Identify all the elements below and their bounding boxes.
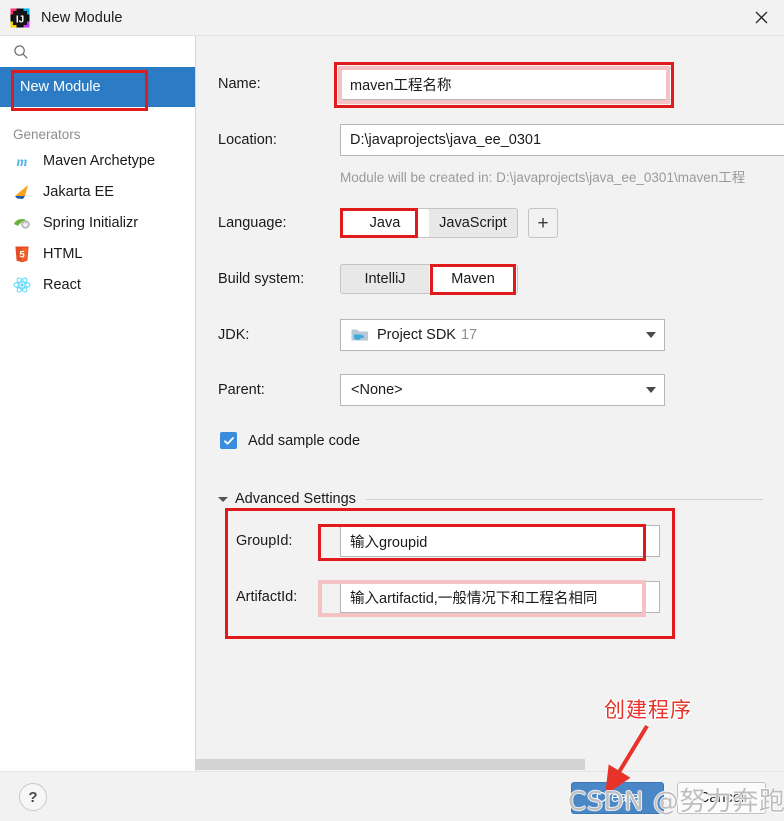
svg-text:m: m: [17, 155, 28, 170]
jdk-label: JDK:: [218, 327, 250, 343]
parent-value: <None>: [351, 382, 403, 398]
generator-item-spring-initializr[interactable]: Spring Initializr: [0, 207, 195, 238]
build-system-row: Build system: IntelliJ Maven: [218, 264, 518, 294]
artifact-id-row: ArtifactId: 输入artifactid,一般情况下和工程名相同: [236, 581, 660, 613]
checkbox-checked-icon: [220, 432, 237, 449]
parent-row: Parent: <None>: [218, 374, 665, 406]
language-row: Language: Java JavaScript +: [218, 208, 558, 238]
jakarta-ee-icon: [12, 182, 32, 202]
section-divider: [365, 498, 763, 500]
build-system-label: Build system:: [218, 271, 305, 287]
sidebar-item-new-module[interactable]: New Module: [0, 67, 195, 107]
build-system-segmented-control: IntelliJ Maven: [340, 264, 518, 294]
chevron-down-icon: [646, 387, 656, 393]
title-bar: IJ New Module: [0, 0, 784, 36]
generator-label: Spring Initializr: [43, 214, 139, 231]
chevron-down-icon: [218, 496, 228, 502]
build-system-option-intellij[interactable]: IntelliJ: [341, 265, 429, 293]
module-form: Name: maven工程名称 Location: D:\javaproject…: [196, 36, 784, 771]
group-id-row: GroupId: 输入groupid: [236, 525, 660, 557]
chevron-down-icon: [646, 332, 656, 338]
svg-text:5: 5: [19, 249, 25, 260]
new-module-dialog: IJ New Module New Module Generators m Ma…: [0, 0, 784, 821]
location-row: Location: D:\javaprojects\java_ee_0301: [218, 124, 784, 156]
generator-item-react[interactable]: React: [0, 269, 195, 300]
name-input[interactable]: maven工程名称: [340, 68, 672, 100]
language-label: Language:: [218, 215, 287, 231]
spring-icon: [12, 213, 32, 233]
search-input[interactable]: [0, 36, 195, 67]
create-button[interactable]: Create: [571, 782, 664, 814]
generator-item-jakarta-ee[interactable]: Jakarta EE: [0, 176, 195, 207]
close-icon[interactable]: [738, 0, 784, 35]
window-title: New Module: [41, 9, 123, 26]
jdk-dropdown[interactable]: Project SDK 17: [340, 319, 665, 351]
parent-dropdown[interactable]: <None>: [340, 374, 665, 406]
html5-icon: 5: [12, 244, 32, 264]
maven-icon: m: [12, 151, 32, 171]
generator-item-html[interactable]: 5 HTML: [0, 238, 195, 269]
language-option-javascript[interactable]: JavaScript: [429, 209, 517, 237]
language-option-java[interactable]: Java: [341, 209, 429, 237]
name-row: Name: maven工程名称: [218, 68, 778, 100]
generator-label: Maven Archetype: [43, 152, 156, 169]
jdk-version: 17: [460, 327, 478, 343]
artifact-id-label: ArtifactId:: [236, 589, 298, 605]
jdk-folder-icon: [351, 327, 369, 343]
svg-text:IJ: IJ: [16, 14, 24, 25]
generator-item-maven-archetype[interactable]: m Maven Archetype: [0, 145, 195, 176]
parent-label: Parent:: [218, 382, 265, 398]
scrollbar-thumb[interactable]: [196, 759, 585, 770]
build-system-option-maven[interactable]: Maven: [429, 265, 517, 293]
help-button[interactable]: ?: [19, 783, 47, 811]
location-label: Location:: [218, 132, 277, 148]
react-icon: [12, 275, 32, 295]
annotation-create-note: 创建程序: [604, 698, 692, 722]
dialog-body: New Module Generators m Maven Archetype: [0, 36, 784, 771]
group-id-input[interactable]: 输入groupid: [340, 525, 660, 557]
generators-heading: Generators: [13, 126, 81, 142]
jdk-value: Project SDK: [377, 327, 456, 343]
dialog-footer: ? Create Cancel: [0, 771, 784, 821]
group-id-label: GroupId:: [236, 533, 293, 549]
cancel-button[interactable]: Cancel: [677, 782, 766, 814]
intellij-idea-icon: IJ: [9, 7, 31, 29]
sidebar: New Module Generators m Maven Archetype: [0, 36, 196, 771]
artifact-id-input[interactable]: 输入artifactid,一般情况下和工程名相同: [340, 581, 660, 613]
jdk-row: JDK: Project SDK 17: [218, 319, 665, 351]
location-hint: Module will be created in: D:\javaprojec…: [340, 170, 746, 185]
language-segmented-control: Java JavaScript: [340, 208, 518, 238]
add-language-button[interactable]: +: [528, 208, 558, 238]
main-panel: Name: maven工程名称 Location: D:\javaproject…: [196, 36, 784, 771]
advanced-settings-header[interactable]: Advanced Settings: [218, 491, 763, 507]
search-icon: [13, 44, 29, 60]
generator-label: Jakarta EE: [43, 183, 114, 200]
add-sample-code-label: Add sample code: [248, 432, 361, 449]
generator-label: HTML: [43, 245, 83, 262]
sidebar-item-label: New Module: [20, 79, 101, 95]
add-sample-code-checkbox[interactable]: Add sample code: [220, 432, 360, 449]
location-input[interactable]: D:\javaprojects\java_ee_0301: [340, 124, 784, 156]
advanced-settings-title: Advanced Settings: [235, 491, 356, 507]
generator-label: React: [43, 276, 81, 293]
horizontal-scrollbar[interactable]: [196, 758, 784, 771]
name-label: Name:: [218, 76, 261, 92]
